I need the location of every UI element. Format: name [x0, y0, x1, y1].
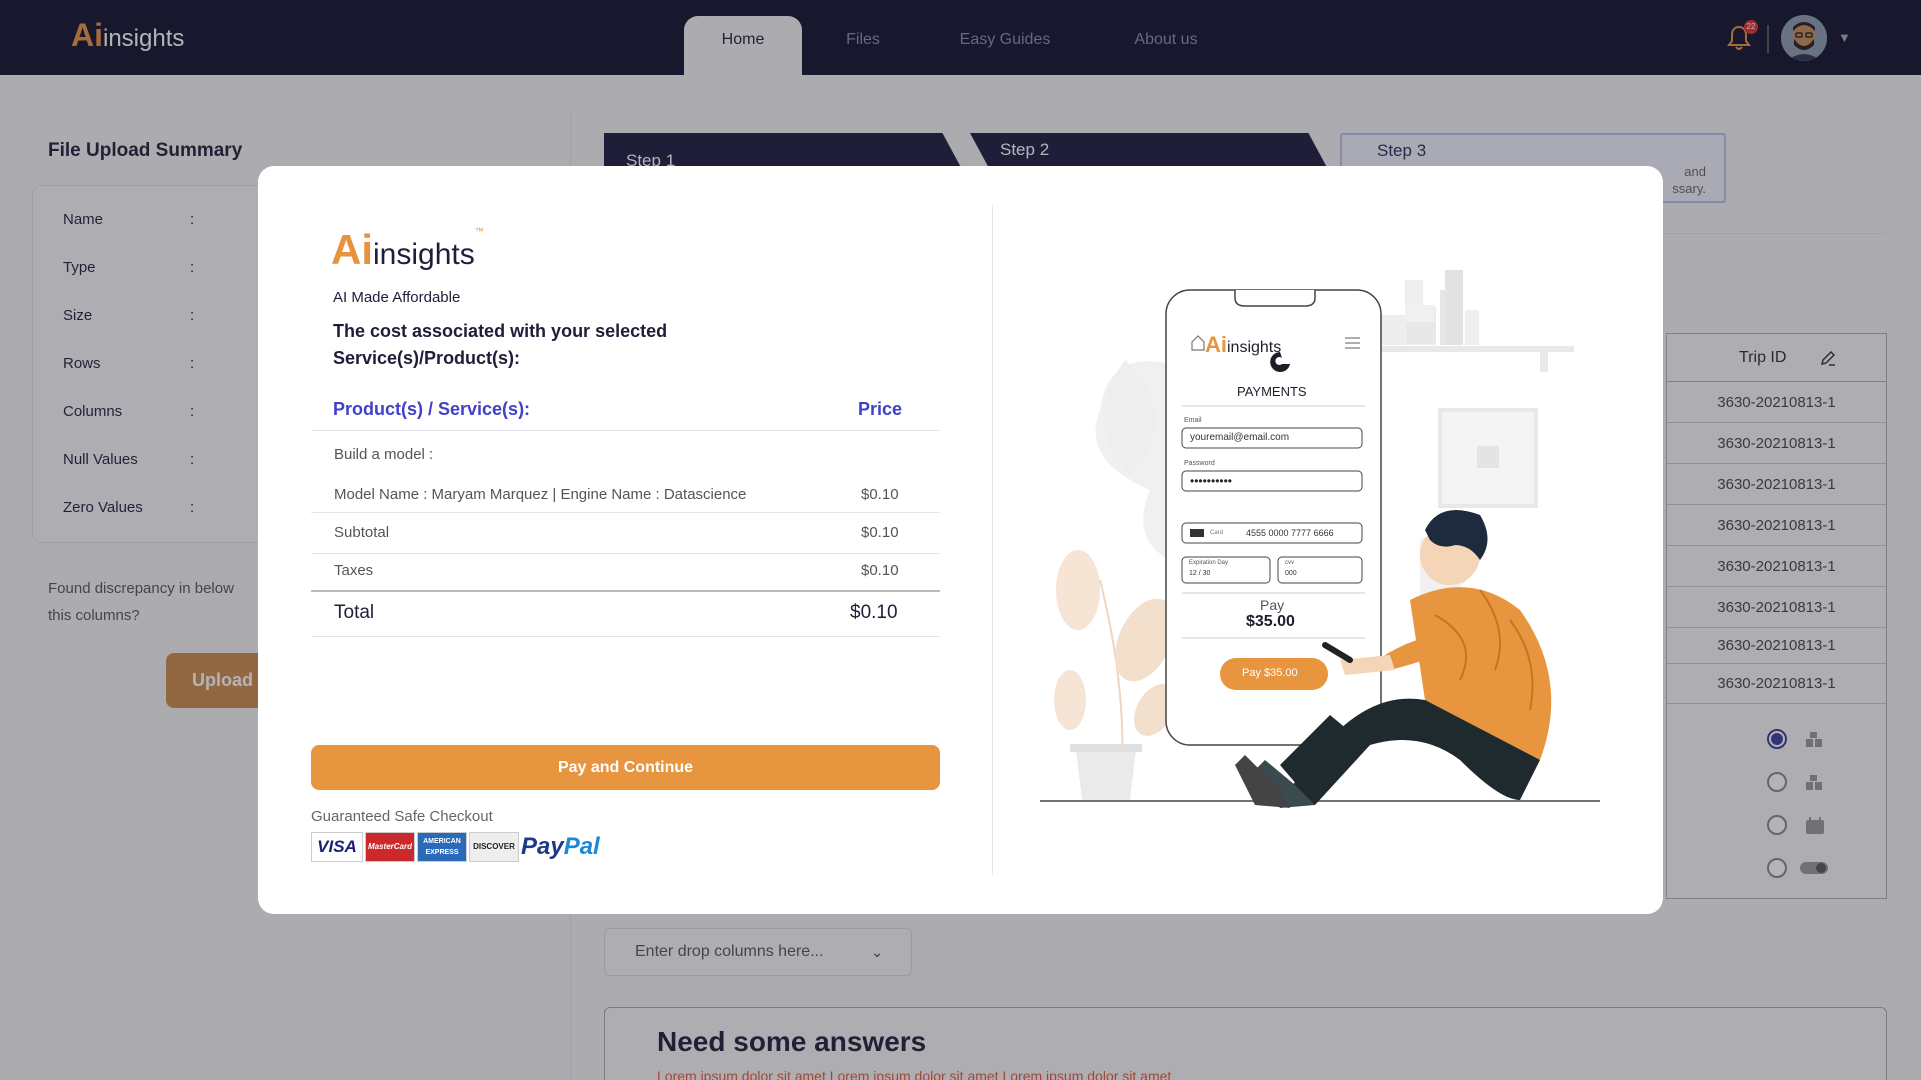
app-root: Aiinsights Home Files Easy Guides About … — [0, 0, 1921, 1080]
phone-password-label: Password — [1184, 460, 1215, 467]
discover-card-icon: DISCOVER — [469, 832, 519, 862]
row-divider — [311, 590, 940, 592]
phone-card-label: Card — [1210, 530, 1224, 536]
line-item-price: $0.10 — [861, 486, 899, 503]
modal-logo-tm: ™ — [474, 226, 484, 236]
row-divider — [311, 430, 940, 431]
tagline: AI Made Affordable — [333, 289, 461, 306]
line-item-name: Model Name : Maryam Marquez | Engine Nam… — [334, 486, 747, 503]
safe-checkout-label: Guaranteed Safe Checkout — [311, 808, 493, 825]
mastercard-icon: MasterCard — [365, 832, 415, 862]
visa-card-icon: VISA — [311, 832, 363, 862]
paypal-logo: PayPal — [521, 832, 600, 862]
phone-email-label: Email — [1184, 417, 1202, 424]
amex-card-icon: AMERICAN EXPRESS — [417, 832, 467, 862]
illustration-scene — [1040, 270, 1600, 808]
phone-email-value: youremail@email.com — [1190, 432, 1290, 443]
section-build-model: Build a model : — [334, 446, 434, 463]
phone-cvv-value: 000 — [1285, 570, 1297, 577]
subtotal-value: $0.10 — [861, 524, 899, 541]
phone-exp-value: 12 / 30 — [1189, 570, 1211, 577]
phone-pay-amount: $35.00 — [1246, 613, 1295, 630]
modal-logo-ai: Ai — [331, 226, 373, 273]
phone-logo-ai: Ai — [1205, 332, 1227, 357]
taxes-label: Taxes — [334, 562, 374, 579]
phone-password-value: •••••••••• — [1190, 474, 1233, 488]
paypal-pay: Pay — [521, 833, 564, 860]
phone-app-logo: Aiinsights — [1205, 332, 1281, 358]
phone-cvv-label: cvv — [1285, 560, 1294, 566]
phone-exp-label: Expiration Day — [1189, 560, 1229, 566]
phone-logo-insights: insights — [1227, 339, 1282, 356]
modal-logo: Aiinsights ™ — [331, 226, 484, 274]
column-header-price: Price — [858, 399, 903, 419]
subtotal-label: Subtotal — [334, 524, 390, 541]
row-divider — [311, 553, 940, 554]
cost-heading: The cost associated with your selected S… — [333, 321, 668, 368]
phone-card-number: 4555 0000 7777 6666 — [1246, 528, 1334, 538]
column-header-product: Product(s) / Service(s): — [333, 399, 531, 419]
modal-divider — [992, 205, 993, 875]
phone-pay-button: Pay $35.00 — [1242, 667, 1298, 679]
row-divider — [311, 512, 940, 513]
phone-payments-title: PAYMENTS — [1237, 384, 1307, 399]
paypal-pal: Pal — [563, 833, 600, 860]
pay-and-continue-button[interactable]: Pay and Continue — [311, 745, 940, 790]
modal-logo-insights: insights — [373, 238, 475, 271]
taxes-value: $0.10 — [861, 562, 899, 579]
total-label: Total — [334, 602, 375, 623]
payment-illustration: Aiinsights PAYMENTS Email youremail@emai… — [1040, 260, 1620, 820]
phone-pay-label: Pay — [1260, 597, 1285, 613]
total-value: $0.10 — [850, 602, 898, 623]
row-divider — [311, 636, 940, 637]
